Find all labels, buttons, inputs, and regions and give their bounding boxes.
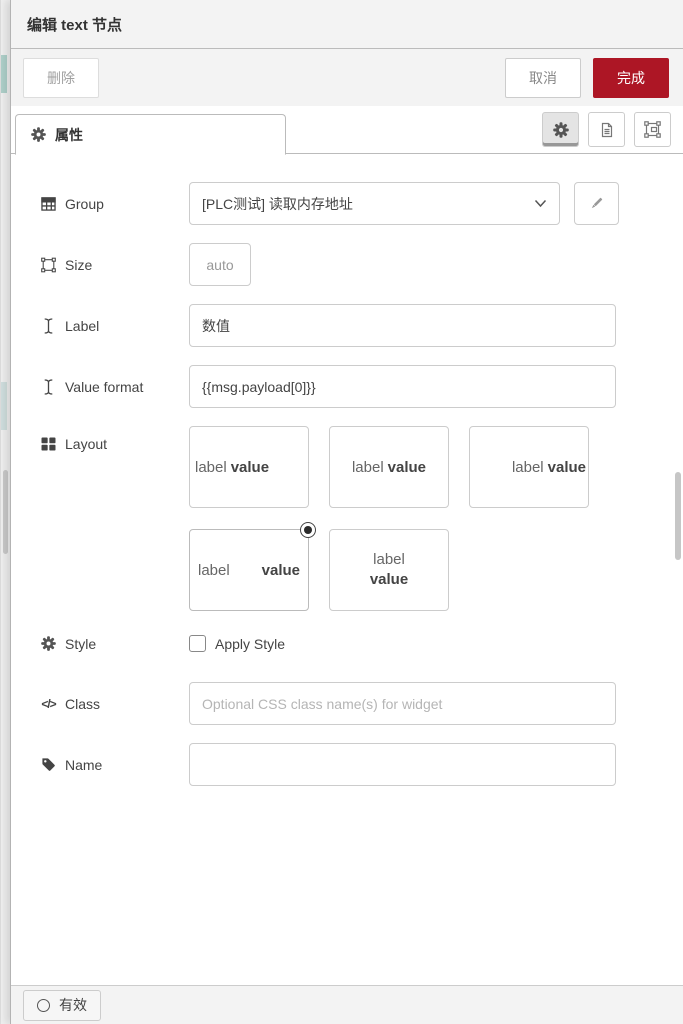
appearance-tab-button[interactable] bbox=[634, 112, 671, 147]
tab-properties-label: 属性 bbox=[55, 126, 83, 143]
layout-option-right[interactable]: label value bbox=[469, 426, 589, 508]
background-editor-strip bbox=[0, 0, 10, 1024]
layout-word-label: label bbox=[351, 458, 384, 476]
value-format-row: Value format bbox=[41, 365, 683, 408]
description-tab-button[interactable] bbox=[588, 112, 625, 147]
apply-style-wrap: Apply Style bbox=[189, 635, 285, 652]
class-label-wrap: </> Class bbox=[41, 696, 189, 712]
layout-word-label: label bbox=[373, 550, 405, 568]
name-input[interactable] bbox=[189, 743, 616, 786]
name-label: Name bbox=[65, 756, 103, 773]
layout-word-label: label bbox=[511, 458, 544, 476]
layout-label-wrap: Layout bbox=[41, 426, 189, 452]
layout-word-value: value bbox=[230, 458, 270, 476]
layout-options-row-1: label value label value label value bbox=[189, 426, 589, 508]
size-row: Size auto bbox=[41, 243, 683, 286]
size-auto-button[interactable]: auto bbox=[189, 243, 251, 286]
layout-label: Layout bbox=[65, 436, 108, 452]
code-icon: </> bbox=[41, 696, 56, 711]
done-button[interactable]: 完成 bbox=[593, 58, 669, 98]
size-label: Size bbox=[65, 256, 93, 273]
apply-style-checkbox[interactable] bbox=[189, 635, 206, 652]
value-format-input[interactable] bbox=[189, 365, 616, 408]
label-field-label: Label bbox=[65, 317, 100, 334]
table-icon bbox=[41, 196, 56, 211]
object-group-icon bbox=[644, 121, 661, 138]
layout-word-value: value bbox=[369, 571, 409, 588]
dialog-toolbar: 删除 取消 完成 bbox=[11, 49, 683, 106]
cancel-button[interactable]: 取消 bbox=[505, 58, 581, 98]
style-row: Style Apply Style bbox=[41, 635, 683, 652]
layout-option-center[interactable]: label value bbox=[329, 426, 449, 508]
name-row: Name bbox=[41, 743, 683, 786]
group-label: Group bbox=[65, 195, 104, 212]
i-cursor-icon bbox=[41, 378, 56, 395]
layout-word-label: label bbox=[195, 458, 227, 476]
layout-option-stacked[interactable]: label value bbox=[329, 529, 449, 611]
edit-node-dialog: 编辑 text 节点 删除 取消 完成 属性 Group [PLC测试] 读取内… bbox=[10, 0, 683, 1024]
class-input[interactable] bbox=[189, 682, 616, 725]
value-format-label-wrap: Value format bbox=[41, 379, 189, 395]
layout-word-value: value bbox=[387, 458, 427, 476]
class-label: Class bbox=[65, 695, 101, 712]
class-row: </> Class bbox=[41, 682, 683, 725]
group-select[interactable]: [PLC测试] 读取内存地址 bbox=[189, 182, 560, 225]
dialog-footer: 有效 bbox=[11, 985, 683, 1024]
gear-icon bbox=[552, 121, 569, 138]
apply-style-label: Apply Style bbox=[215, 635, 286, 652]
tab-properties[interactable]: 属性 bbox=[15, 114, 286, 155]
gear-icon bbox=[41, 636, 56, 651]
node-properties-form: Group [PLC测试] 读取内存地址 Size auto Label 数值 … bbox=[11, 154, 683, 985]
value-format-label: Value format bbox=[65, 378, 144, 395]
label-label-wrap: Label bbox=[41, 318, 189, 334]
layout-word-label: label bbox=[198, 561, 230, 579]
label-row: Label bbox=[41, 304, 683, 347]
i-cursor-icon bbox=[41, 317, 56, 334]
group-selected-value: [PLC测试] 读取内存地址 bbox=[202, 195, 353, 212]
group-row: Group [PLC测试] 读取内存地址 bbox=[41, 182, 683, 225]
pencil-icon bbox=[589, 196, 604, 211]
size-label-wrap: Size bbox=[41, 257, 189, 273]
style-label-wrap: Style bbox=[41, 636, 189, 652]
object-group-icon bbox=[41, 257, 56, 273]
delete-button[interactable]: 删除 bbox=[23, 58, 99, 98]
editor-tab-bar: 属性 bbox=[11, 106, 683, 155]
label-input[interactable] bbox=[189, 304, 616, 347]
layout-word-value: value bbox=[547, 458, 586, 476]
node-enabled-toggle[interactable]: 有效 bbox=[23, 989, 101, 1021]
layout-word-value: value bbox=[261, 561, 300, 579]
gear-icon bbox=[31, 127, 46, 142]
th-large-icon bbox=[41, 437, 56, 451]
status-circle-icon bbox=[37, 998, 50, 1012]
layout-options-row-2: label value label value bbox=[189, 522, 589, 611]
style-label: Style bbox=[65, 635, 97, 652]
edit-group-button[interactable] bbox=[574, 182, 619, 225]
name-label-wrap: Name bbox=[41, 757, 189, 773]
layout-option-spread-selected[interactable]: label value bbox=[189, 522, 316, 611]
layout-options: label value label value label value labe… bbox=[189, 426, 589, 611]
tag-icon bbox=[41, 757, 56, 772]
group-label-wrap: Group bbox=[41, 196, 189, 212]
selected-radio-indicator[interactable] bbox=[300, 522, 316, 538]
layout-option-left[interactable]: label value bbox=[189, 426, 309, 508]
enabled-label: 有效 bbox=[59, 997, 87, 1013]
form-scrollbar[interactable] bbox=[675, 472, 681, 560]
dialog-title: 编辑 text 节点 bbox=[11, 0, 683, 49]
background-scrollbar[interactable] bbox=[3, 470, 8, 554]
chevron-down-icon bbox=[534, 199, 547, 208]
background-node-fragment bbox=[1, 55, 7, 93]
tab-icon-buttons bbox=[542, 112, 671, 147]
background-node-fragment bbox=[1, 382, 7, 430]
layout-row: Layout label value label value label val… bbox=[41, 426, 683, 611]
properties-tab-button[interactable] bbox=[542, 112, 579, 147]
document-icon bbox=[599, 122, 615, 138]
